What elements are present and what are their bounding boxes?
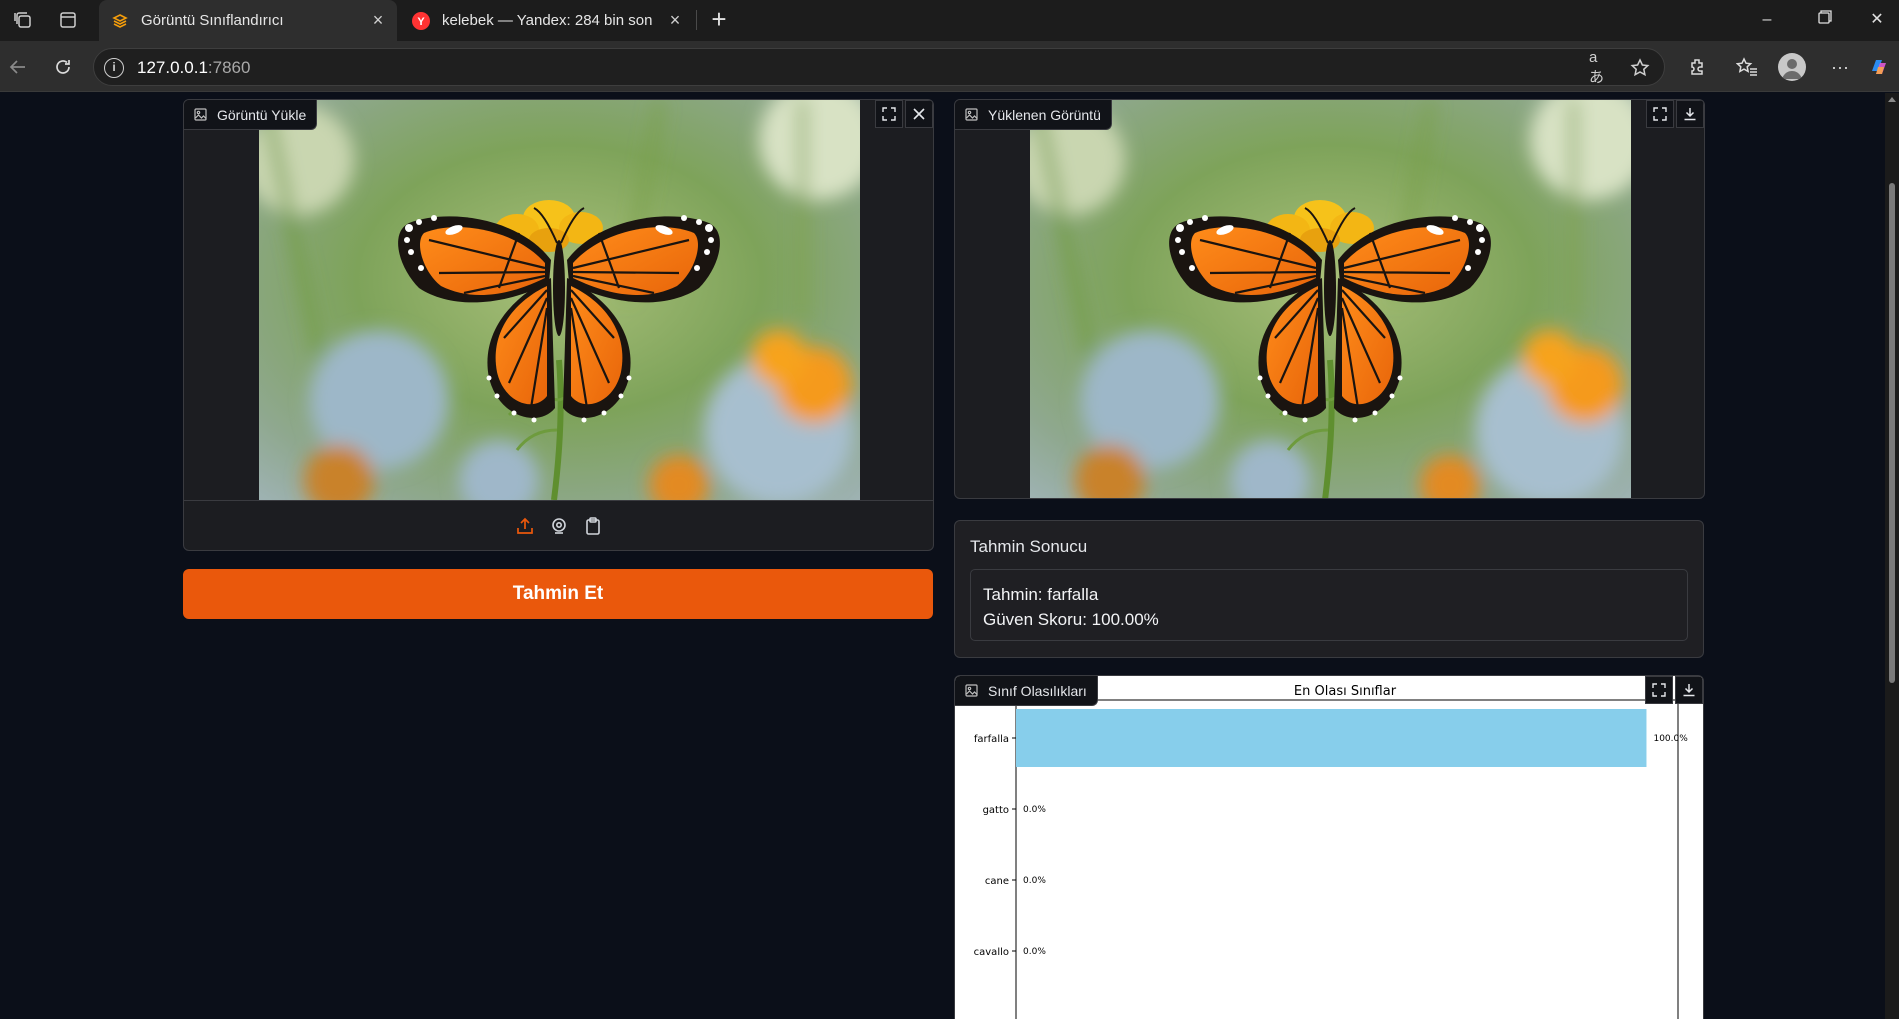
address-bar[interactable]: i 127.0.0.1:7860 aあ — [93, 48, 1665, 86]
value-label-cane: 0.0% — [1023, 876, 1046, 886]
chart-title: En Olası Sınıflar — [1294, 684, 1397, 699]
tab-separator — [696, 10, 697, 30]
workspaces-icon[interactable] — [12, 9, 34, 31]
minimize-icon[interactable]: – — [1752, 8, 1782, 32]
clear-image-button[interactable] — [905, 100, 933, 128]
image-icon — [965, 684, 978, 697]
fullscreen-icon — [1653, 107, 1667, 121]
value-label-gatto: 0.0% — [1023, 805, 1046, 815]
class-probabilities-label: Sınıf Olasılıkları — [988, 682, 1087, 699]
image-source-toolbar — [184, 500, 933, 550]
fullscreen-button[interactable] — [1646, 100, 1674, 128]
value-label-farfalla: 100.0% — [1653, 734, 1688, 744]
browser-toolbar: i 127.0.0.1:7860 aあ ··· — [0, 41, 1899, 92]
back-icon[interactable] — [4, 53, 32, 81]
download-icon — [1683, 684, 1695, 697]
extensions-icon[interactable] — [1684, 54, 1710, 80]
prediction-result-block: Tahmin Sonucu Tahmin: farfalla Güven Sko… — [954, 520, 1704, 658]
restore-icon[interactable] — [1810, 8, 1840, 32]
copilot-icon[interactable] — [1866, 54, 1892, 80]
yandex-icon: Y — [412, 11, 430, 30]
site-info-icon[interactable]: i — [104, 58, 124, 78]
clipboard-icon[interactable] — [583, 516, 603, 536]
y-tick-label-cane: cane — [985, 876, 1009, 887]
favorite-star-icon[interactable] — [1629, 57, 1651, 79]
prediction-line: Tahmin: farfalla — [983, 585, 1099, 604]
browser-tab-bar: Görüntü Sınıflandırıcı × Y kelebek — Yan… — [0, 0, 1899, 41]
scrollbar-thumb[interactable] — [1889, 183, 1895, 683]
butterfly-image — [1030, 100, 1631, 498]
tab-kelebek-yandex[interactable]: Y kelebek — Yandex: 284 bin sonuç × — [400, 0, 694, 41]
download-button[interactable] — [1676, 100, 1704, 128]
uploaded-image-block: Yüklenen Görüntü — [954, 99, 1705, 499]
fullscreen-icon — [1652, 683, 1666, 697]
url-text: 127.0.0.1:7860 — [137, 58, 251, 77]
new-tab-button[interactable]: + — [706, 6, 732, 33]
y-tick-label-cavallo: cavallo — [974, 947, 1009, 958]
reload-icon[interactable] — [49, 53, 77, 81]
close-tab-icon[interactable]: × — [369, 11, 387, 29]
butterfly-image — [259, 100, 860, 500]
block-label: Görüntü Yükle — [184, 100, 318, 130]
image-icon — [965, 108, 978, 121]
close-tab-icon[interactable]: × — [666, 11, 684, 29]
more-options-icon[interactable]: ··· — [1827, 54, 1853, 80]
gradio-app: Görüntü Yükle Tahmin Et Yüklenen Görüntü… — [0, 93, 1885, 1019]
class-probabilities-chart: En Olası Sınıflar farfalla 100.0% gatto 0.0… — [974, 684, 1688, 1019]
download-button[interactable] — [1675, 676, 1703, 704]
gradio-logo-icon — [111, 12, 129, 30]
scroll-up-icon[interactable] — [1888, 97, 1896, 102]
value-label-cavallo: 0.0% — [1023, 947, 1046, 957]
confidence-score-line: Güven Skoru: 100.00% — [983, 610, 1159, 629]
tab-title: kelebek — Yandex: 284 bin sonuç — [442, 12, 652, 29]
profile-avatar[interactable] — [1778, 53, 1806, 81]
close-window-icon[interactable]: ✕ — [1862, 8, 1892, 32]
fullscreen-icon — [882, 107, 896, 121]
favorites-icon[interactable] — [1734, 54, 1760, 80]
vertical-tabs-icon[interactable] — [57, 9, 79, 31]
close-icon — [913, 108, 925, 120]
class-probabilities-block: Sınıf Olasılıkları En Olası Sınıflar far… — [954, 675, 1704, 1019]
image-icon — [194, 108, 207, 121]
fullscreen-button[interactable] — [1645, 676, 1673, 704]
block-label: Yüklenen Görüntü — [955, 100, 1112, 130]
svg-text:Y: Y — [417, 16, 425, 28]
download-icon — [1684, 108, 1696, 121]
prediction-result-textbox[interactable]: Tahmin: farfalla Güven Skoru: 100.00% — [970, 569, 1688, 641]
block-label: Sınıf Olasılıkları — [955, 676, 1098, 706]
page-scrollbar[interactable] — [1885, 93, 1899, 1019]
prediction-result-title: Tahmin Sonucu — [970, 537, 1088, 556]
uploaded-image-label: Yüklenen Görüntü — [988, 106, 1101, 123]
bar-farfalla — [1016, 709, 1647, 767]
y-tick-label-gatto: gatto — [983, 805, 1009, 816]
upload-icon[interactable] — [515, 516, 535, 536]
predict-button[interactable]: Tahmin Et — [183, 569, 933, 619]
tab-title: Görüntü Sınıflandırıcı — [141, 12, 284, 29]
fullscreen-button[interactable] — [875, 100, 903, 128]
translate-icon[interactable]: aあ — [1589, 49, 1611, 86]
tab-goruntu-siniflandirici[interactable]: Görüntü Sınıflandırıcı × — [99, 0, 397, 41]
image-upload-label: Görüntü Yükle — [217, 106, 307, 123]
y-tick-label-farfalla: farfalla — [974, 734, 1009, 745]
image-upload-block: Görüntü Yükle — [183, 99, 934, 551]
webcam-icon[interactable] — [549, 516, 569, 536]
